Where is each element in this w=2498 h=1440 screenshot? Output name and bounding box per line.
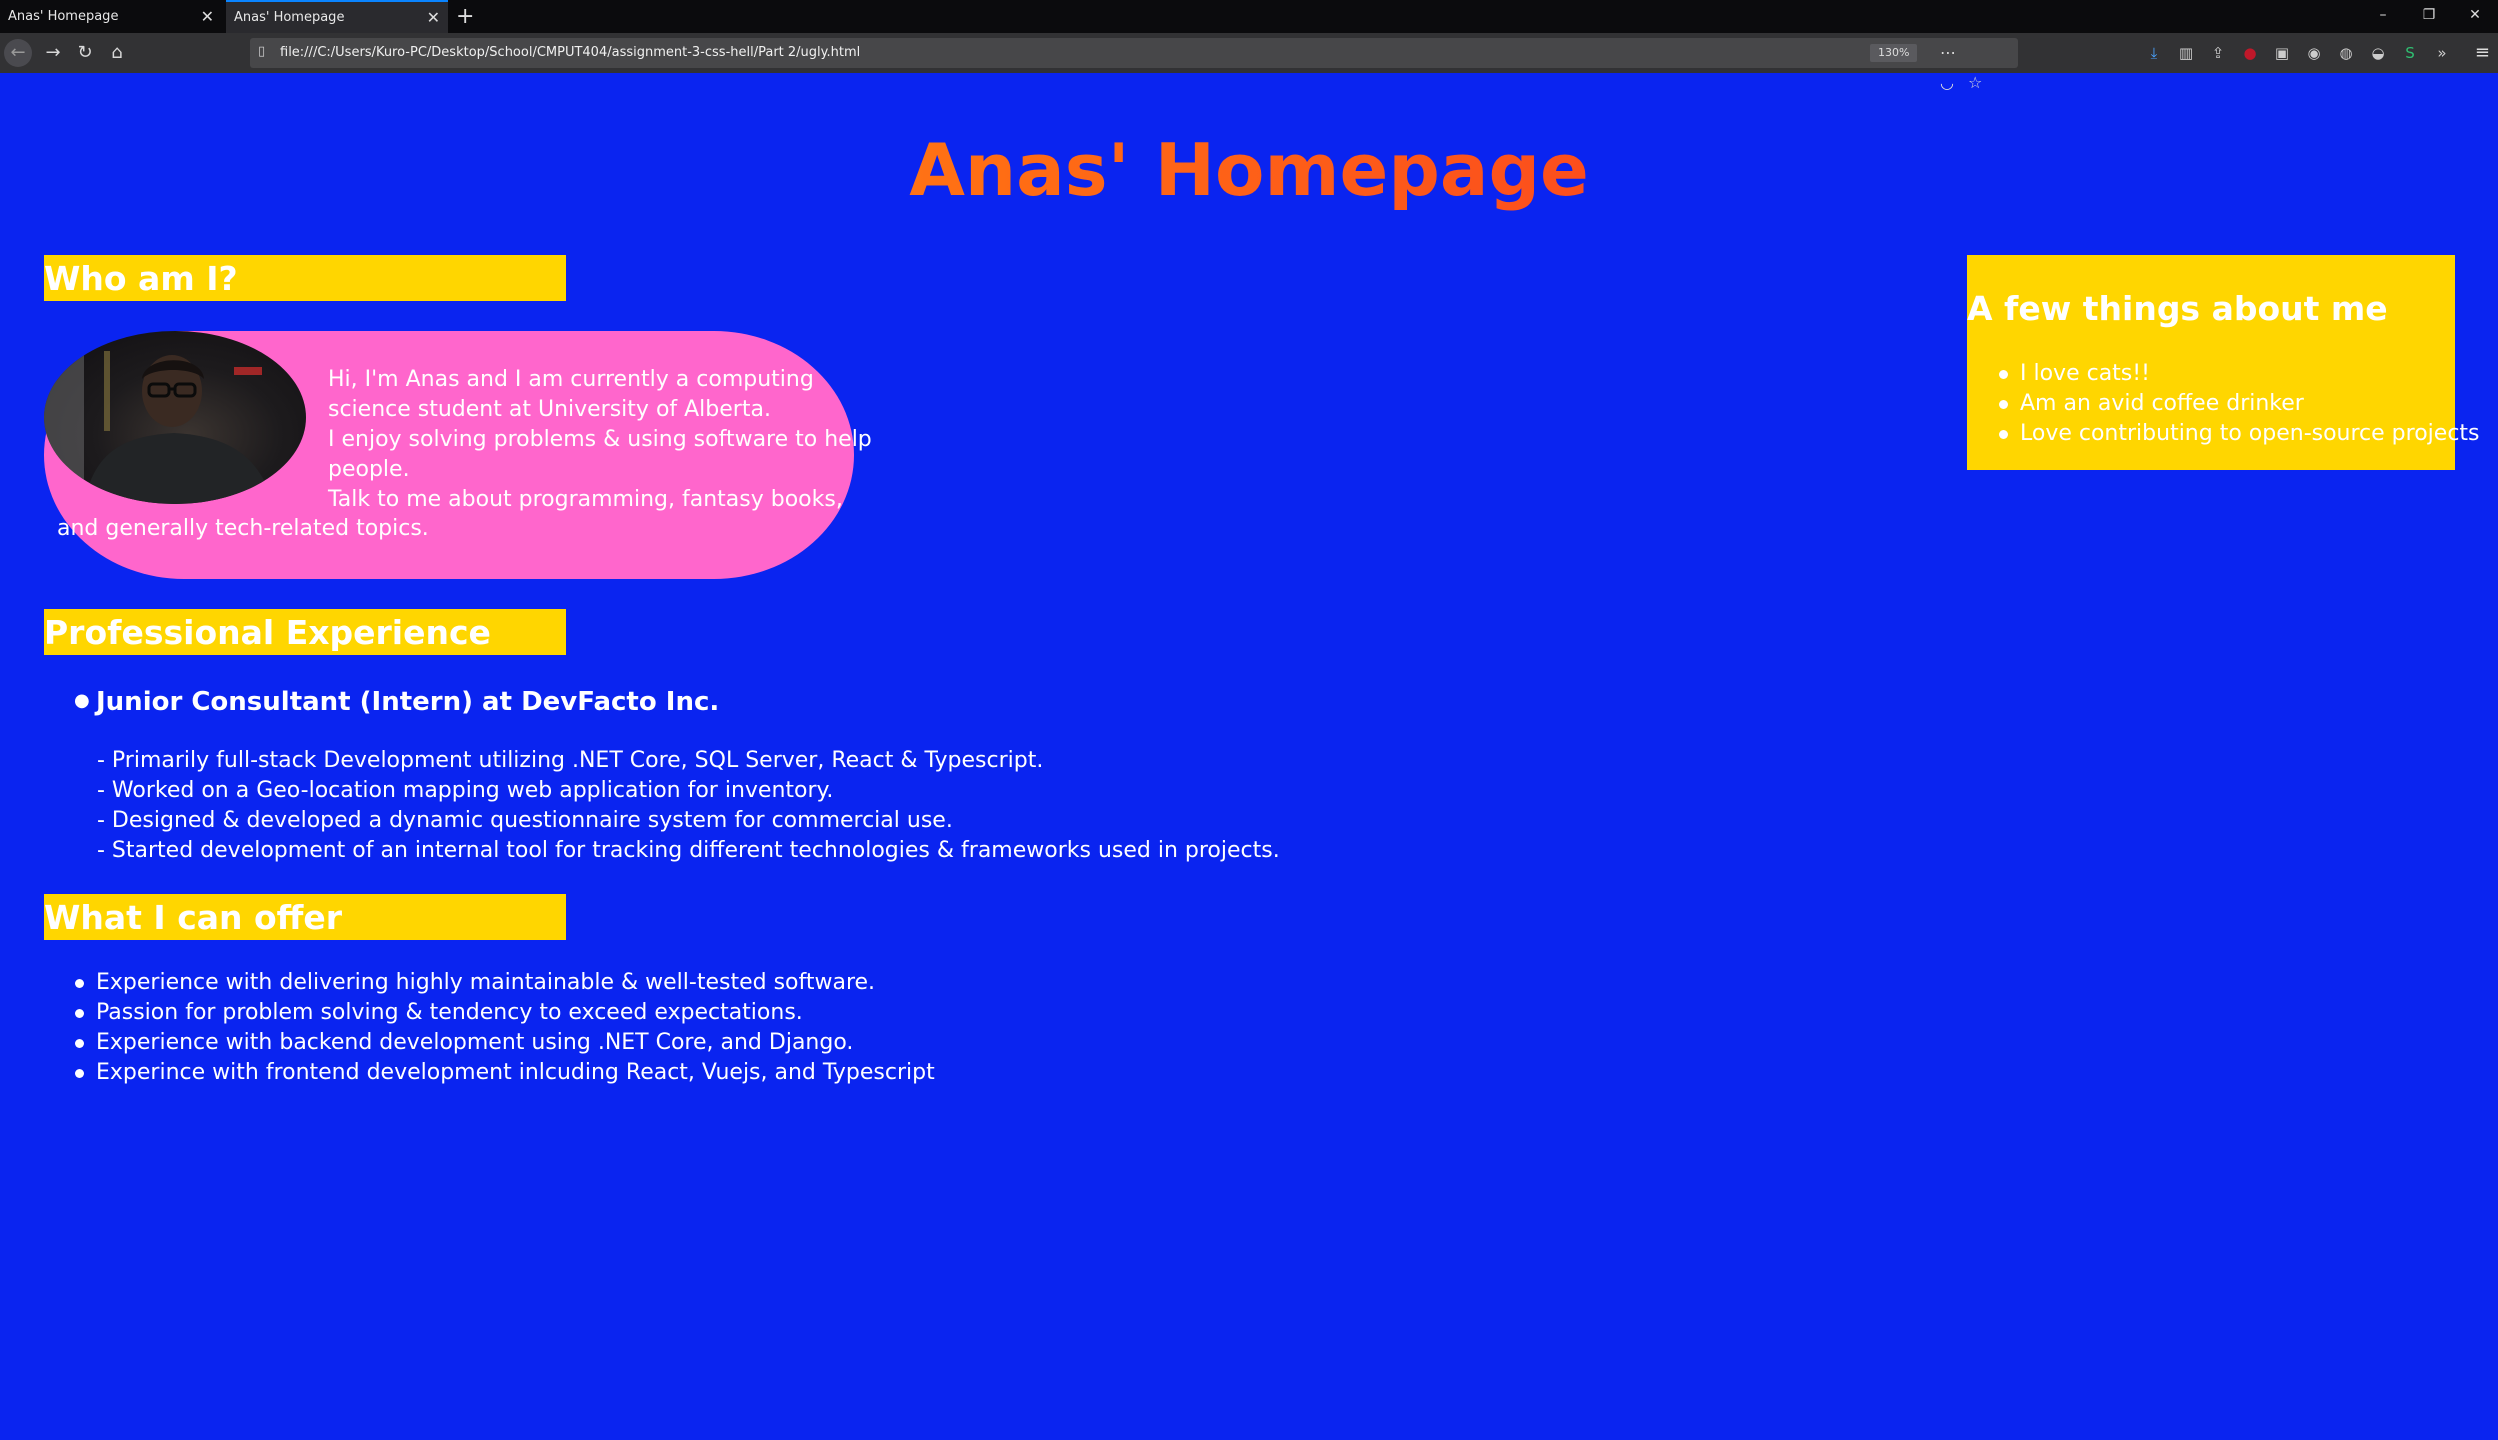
offer-heading: What I can offer — [44, 894, 566, 940]
tab-label: Anas' Homepage — [234, 10, 345, 25]
avatar — [44, 331, 306, 504]
who-am-i-heading: Who am I? — [44, 255, 566, 301]
job-detail-line: - Primarily full-stack Development utili… — [97, 748, 1044, 773]
bio-line: I enjoy solving problems & using softwar… — [328, 427, 872, 482]
ublock-icon[interactable]: ● — [2234, 33, 2266, 73]
bio-line: Talk to me about programming, fantasy bo… — [328, 487, 843, 512]
list-item: Experience with delivering highly mainta… — [75, 968, 935, 998]
list-item: Love contributing to open-source project… — [1999, 419, 2480, 449]
extensions-toolbar: ⤓ ▥ ⇪ ● ▣ ◉ ◍ ◒ S» — [2138, 33, 2458, 73]
forward-arrow-icon[interactable]: → — [38, 33, 68, 73]
job-details: - Primarily full-stack Development utili… — [97, 746, 1280, 866]
tab-label: Anas' Homepage — [8, 9, 119, 24]
bio-text: Hi, I'm Anas and I am currently a comput… — [328, 365, 888, 515]
list-item: Passion for problem solving & tendency t… — [75, 998, 935, 1028]
screenshot-icon[interactable]: ▣ — [2266, 33, 2298, 73]
download-icon[interactable]: ⤓ — [2138, 33, 2170, 73]
about-heading: A few things about me — [1967, 289, 2388, 328]
job-title: Junior Consultant (Intern) at DevFacto I… — [96, 687, 720, 717]
navigation-toolbar: ← → ↻ ⌂ ▯ file:///C:/Users/Kuro-PC/Deskt… — [0, 33, 2498, 92]
page-title: Anas' Homepage — [0, 125, 2498, 215]
home-icon[interactable]: ⌂ — [102, 33, 132, 73]
minimize-icon[interactable]: – — [2360, 0, 2406, 30]
bookmark-star-icon[interactable]: ☆ — [1968, 73, 1982, 92]
tab-strip: Anas' Homepage ✕ Anas' Homepage ✕ + – ❐ ✕ — [0, 0, 2498, 33]
pocket-icon[interactable]: ◡ — [1940, 73, 1954, 92]
page-title-part2: Homepage — [1154, 128, 1589, 212]
avatar-photo — [44, 331, 274, 504]
extension-icon[interactable]: ◉ — [2298, 33, 2330, 73]
extension-globe-icon[interactable]: ◍ — [2330, 33, 2362, 73]
zoom-indicator[interactable]: 130% — [1870, 44, 1918, 62]
tab-anas-homepage-2[interactable]: Anas' Homepage ✕ — [226, 0, 448, 33]
tab-anas-homepage-1[interactable]: Anas' Homepage ✕ — [0, 0, 222, 33]
page-title-part1: Anas' — [909, 128, 1130, 212]
experience-heading: Professional Experience — [44, 609, 566, 655]
window-controls: – ❐ ✕ — [2360, 0, 2498, 33]
page-icon: ▯ — [258, 44, 266, 59]
extension-s-icon[interactable]: S — [2394, 33, 2426, 73]
list-item: Am an avid coffee drinker — [1999, 389, 2480, 419]
bio-line: Hi, I'm Anas and I am currently a comput… — [328, 367, 814, 422]
url-bar[interactable]: ▯ file:///C:/Users/Kuro-PC/Desktop/Schoo… — [250, 38, 2018, 92]
list-item: I love cats!! — [1999, 359, 2480, 389]
about-me-box: A few things about me I love cats!! Am a… — [1967, 255, 2480, 470]
job-detail-line: - Started development of an internal too… — [97, 838, 1280, 863]
bio-card: Hi, I'm Anas and I am currently a comput… — [44, 331, 872, 579]
restore-icon[interactable]: ❐ — [2406, 0, 2452, 30]
about-list: I love cats!! Am an avid coffee drinker … — [1999, 359, 2480, 449]
more-icon[interactable]: ⋯ — [1940, 43, 1956, 62]
job-detail-line: - Worked on a Geo-location mapping web a… — [97, 778, 834, 803]
list-item: Experince with frontend development inlc… — [75, 1058, 935, 1088]
library-icon[interactable]: ⇪ — [2202, 33, 2234, 73]
back-arrow-icon[interactable]: ← — [4, 39, 32, 67]
bullet-icon: ● — [74, 690, 90, 711]
plus-icon[interactable]: + — [456, 0, 474, 33]
bio-line: and generally tech-related topics. — [57, 516, 429, 541]
job-detail-line: - Designed & developed a dynamic questio… — [97, 808, 953, 833]
overflow-chevron-icon[interactable]: » — [2426, 33, 2458, 73]
sidebar-icon[interactable]: ▥ — [2170, 33, 2202, 73]
close-window-icon[interactable]: ✕ — [2452, 0, 2498, 30]
url-text[interactable]: file:///C:/Users/Kuro-PC/Desktop/School/… — [280, 38, 860, 68]
menu-icon[interactable]: ≡ — [2475, 33, 2490, 73]
extension-mask-icon[interactable]: ◒ — [2362, 33, 2394, 73]
list-item: Experience with backend development usin… — [75, 1028, 935, 1058]
offer-list: Experience with delivering highly mainta… — [75, 968, 935, 1088]
close-icon[interactable]: ✕ — [201, 0, 214, 34]
reload-icon[interactable]: ↻ — [70, 33, 100, 73]
close-icon[interactable]: ✕ — [427, 2, 440, 33]
